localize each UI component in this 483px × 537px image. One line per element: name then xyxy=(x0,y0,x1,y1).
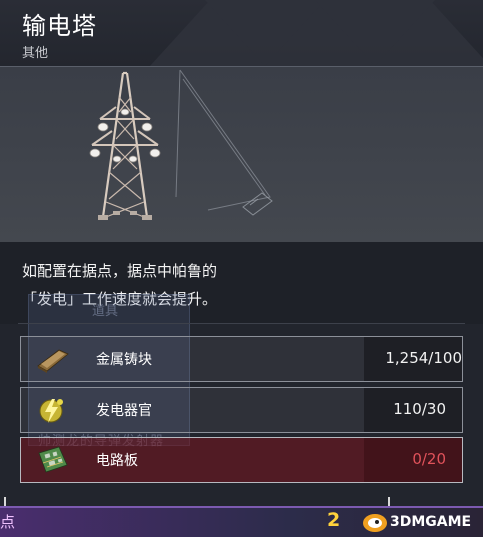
metal-ingot-icon xyxy=(37,349,69,373)
watermark-text: 3DMGAME xyxy=(390,514,472,530)
requirement-name: 发电器官 xyxy=(96,403,152,419)
requirement-count: 0/20 xyxy=(412,450,446,468)
item-image-area xyxy=(0,67,483,242)
circuit-board-icon xyxy=(38,446,68,473)
schematic-device xyxy=(242,192,273,216)
requirement-count: 110/30 xyxy=(393,400,446,418)
description-line-1: 如配置在据点，据点中帕鲁的 xyxy=(22,262,218,280)
bottom-bar-number: 2 xyxy=(327,509,341,531)
requirement-count: 1,254/100 xyxy=(385,349,462,367)
bottom-bar: 点 2 3DMGAME xyxy=(0,506,483,537)
schematic-triangle-outline xyxy=(175,69,271,211)
bottom-bar-accent-line xyxy=(0,506,483,508)
requirement-name: 电路板 xyxy=(96,453,138,469)
item-title: 输电塔 xyxy=(22,12,97,40)
background-item-label: 道具 xyxy=(92,304,119,319)
requirement-row-circuit-board: 电路板 0/20 xyxy=(20,437,463,483)
requirement-row-electric-organ: 发电器官 110/30 xyxy=(20,387,463,433)
section-divider xyxy=(18,323,465,324)
watermark-logo-icon xyxy=(363,514,387,532)
item-preview-graphic xyxy=(89,69,273,220)
item-detail-panel: 输电塔 其他 如配置在据点，据点中帕鲁的 「发电」工作速度就会提升。 道具 金属… xyxy=(0,0,483,537)
item-header: 输电塔 其他 xyxy=(0,0,483,67)
requirement-name: 金属铸块 xyxy=(96,352,152,368)
power-tower-icon xyxy=(89,71,161,220)
requirement-row-metal-ingot: 金属铸块 1,254/100 xyxy=(20,336,463,382)
bottom-bar-left-text: 点 xyxy=(0,513,16,531)
electric-organ-icon xyxy=(39,399,63,423)
item-category: 其他 xyxy=(22,46,49,61)
